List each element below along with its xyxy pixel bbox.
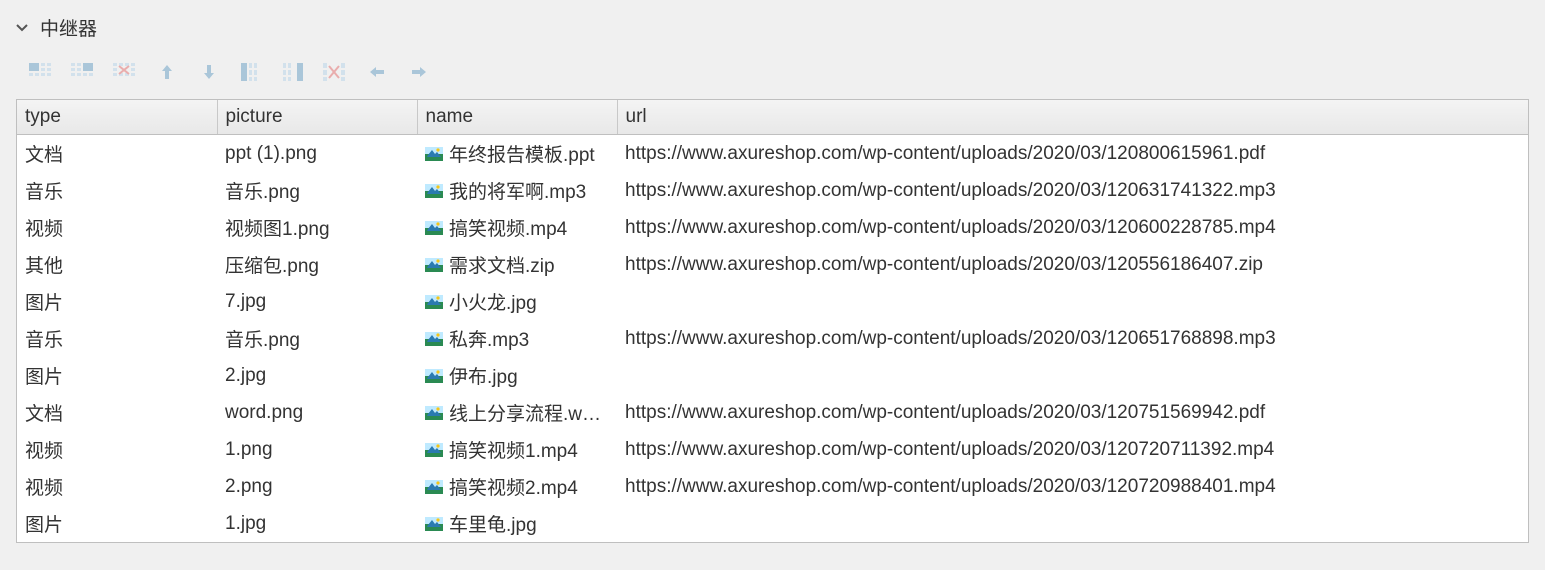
cell-name[interactable]: 线上分享流程.w… [417,394,617,431]
panel-title: 中继器 [40,14,97,41]
cell-picture[interactable]: 2.jpg [217,357,417,394]
cell-picture[interactable]: 1.png [217,431,417,468]
cell-name-text: 需求文档.zip [449,251,555,278]
cell-name[interactable]: 年终报告模板.ppt [417,135,617,173]
cell-type[interactable]: 视频 [17,468,217,505]
cell-url[interactable] [617,283,1528,320]
cell-picture[interactable]: 7.jpg [217,283,417,320]
table-row[interactable]: 文档ppt (1).png 年终报告模板.ppt https://www.axure… [17,135,1528,173]
cell-url[interactable]: https://www.axureshop.com/wp-content/upl… [617,394,1528,431]
arrow-right-icon[interactable] [406,61,432,83]
cell-name[interactable]: 我的将军啊.mp3 [417,172,617,209]
grid-delete-icon[interactable] [112,61,138,83]
cell-type[interactable]: 文档 [17,135,217,173]
cell-type[interactable]: 文档 [17,394,217,431]
table-row[interactable]: 视频1.png 搞笑视频1.mp4 https://www.axureshop.co… [17,431,1528,468]
cell-name-text: 我的将军啊.mp3 [449,177,586,204]
cell-name[interactable]: 搞笑视频.mp4 [417,209,617,246]
cell-name[interactable]: 车里龟.jpg [417,505,617,542]
cell-url[interactable]: https://www.axureshop.com/wp-content/upl… [617,135,1528,173]
cell-name[interactable]: 搞笑视频2.mp4 [417,468,617,505]
table-row[interactable]: 视频2.png 搞笑视频2.mp4 https://www.axureshop.co… [17,468,1528,505]
table-row[interactable]: 图片2.jpg 伊布.jpg [17,357,1528,394]
cell-name-text: 搞笑视频.mp4 [449,214,567,241]
cell-type[interactable]: 图片 [17,505,217,542]
cell-type[interactable]: 其他 [17,246,217,283]
cell-picture[interactable]: 1.jpg [217,505,417,542]
image-file-icon [425,369,443,383]
table-row[interactable]: 图片7.jpg 小火龙.jpg [17,283,1528,320]
header-row: type picture name url [17,100,1528,135]
arrow-up-icon[interactable] [154,61,180,83]
col-header-picture[interactable]: picture [217,100,417,135]
image-file-icon [425,221,443,235]
col-header-name[interactable]: name [417,100,617,135]
cell-name[interactable]: 私奔.mp3 [417,320,617,357]
cell-url[interactable]: https://www.axureshop.com/wp-content/upl… [617,246,1528,283]
image-file-icon [425,443,443,457]
cell-type[interactable]: 音乐 [17,172,217,209]
col-header-url[interactable]: url [617,100,1528,135]
table-row[interactable]: 其他压缩包.png 需求文档.zip https://www.axureshop.c… [17,246,1528,283]
cell-url[interactable] [617,357,1528,394]
cell-name[interactable]: 搞笑视频1.mp4 [417,431,617,468]
arrow-left-icon[interactable] [364,61,390,83]
data-grid: type picture name url 文档ppt (1).png年终报告模… [16,99,1529,543]
cell-picture[interactable]: 2.png [217,468,417,505]
cell-name-text: 搞笑视频1.mp4 [449,436,578,463]
cell-type[interactable]: 视频 [17,209,217,246]
table-row[interactable]: 图片1.jpg 车里龟.jpg [17,505,1528,542]
cell-picture[interactable]: 压缩包.png [217,246,417,283]
cell-picture[interactable]: 音乐.png [217,172,417,209]
cell-picture[interactable]: word.png [217,394,417,431]
cell-name[interactable]: 需求文档.zip [417,246,617,283]
cell-type[interactable]: 图片 [17,357,217,394]
table-row[interactable]: 视频视频图1.png 搞笑视频.mp4 https://www.axureshop.… [17,209,1528,246]
cell-picture[interactable]: 视频图1.png [217,209,417,246]
cell-name-text: 小火龙.jpg [449,288,537,315]
cell-type[interactable]: 视频 [17,431,217,468]
cell-picture[interactable]: ppt (1).png [217,135,417,173]
arrow-down-icon[interactable] [196,61,222,83]
collapse-chevron-icon[interactable] [14,20,30,36]
col-left-icon[interactable] [238,61,264,83]
image-file-icon [425,332,443,346]
col-right-icon[interactable] [280,61,306,83]
cell-name-text: 搞笑视频2.mp4 [449,473,578,500]
cell-url[interactable]: https://www.axureshop.com/wp-content/upl… [617,468,1528,505]
image-file-icon [425,184,443,198]
cell-name[interactable]: 伊布.jpg [417,357,617,394]
table-row[interactable]: 文档word.png 线上分享流程.w… https://www.axureshop… [17,394,1528,431]
cell-name[interactable]: 小火龙.jpg [417,283,617,320]
cell-url[interactable]: https://www.axureshop.com/wp-content/upl… [617,431,1528,468]
image-file-icon [425,295,443,309]
cell-url[interactable] [617,505,1528,542]
image-file-icon [425,517,443,531]
image-file-icon [425,258,443,272]
cell-url[interactable]: https://www.axureshop.com/wp-content/upl… [617,172,1528,209]
cell-url[interactable]: https://www.axureshop.com/wp-content/upl… [617,209,1528,246]
image-file-icon [425,147,443,161]
grid-2-icon[interactable] [70,61,96,83]
col-header-type[interactable]: type [17,100,217,135]
cell-name-text: 年终报告模板.ppt [449,140,595,167]
table-row[interactable]: 音乐音乐.png 我的将军啊.mp3 https://www.axureshop.c… [17,172,1528,209]
cell-type[interactable]: 音乐 [17,320,217,357]
cell-name-text: 私奔.mp3 [449,325,529,352]
cell-name-text: 伊布.jpg [449,362,518,389]
grid-1-icon[interactable] [28,61,54,83]
cell-url[interactable]: https://www.axureshop.com/wp-content/upl… [617,320,1528,357]
panel-header: 中继器 [0,0,1545,51]
col-delete-icon[interactable] [322,61,348,83]
toolbar [0,51,1545,99]
cell-name-text: 线上分享流程.w… [449,399,601,426]
image-file-icon [425,480,443,494]
cell-type[interactable]: 图片 [17,283,217,320]
image-file-icon [425,406,443,420]
cell-picture[interactable]: 音乐.png [217,320,417,357]
table-row[interactable]: 音乐音乐.png 私奔.mp3 https://www.axureshop.com/… [17,320,1528,357]
cell-name-text: 车里龟.jpg [449,510,537,537]
